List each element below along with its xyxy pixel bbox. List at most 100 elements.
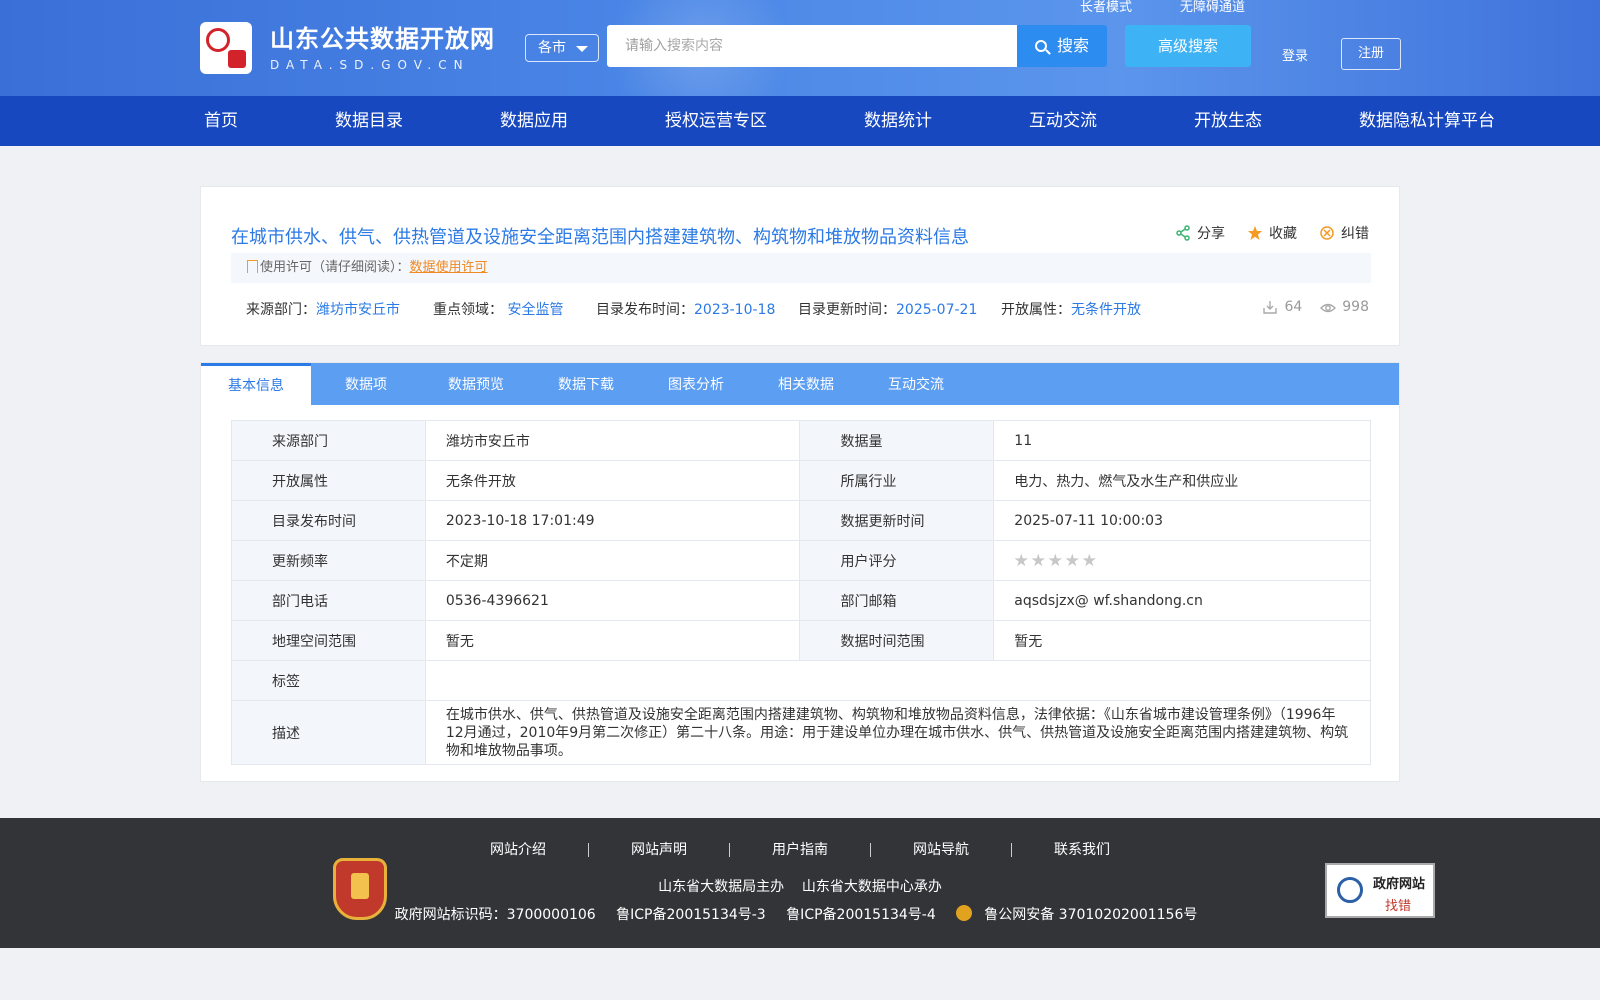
- magnifier-icon: [1337, 877, 1363, 903]
- share-label: 分享: [1197, 226, 1225, 242]
- star-icon: [1248, 226, 1262, 240]
- footer-link-guide[interactable]: 用户指南: [730, 843, 871, 857]
- dataset-actions: 分享 收藏 纠错: [1153, 223, 1369, 243]
- table-label: 用户评分: [799, 540, 995, 581]
- site-logo[interactable]: 山东公共数据开放网 DATA.SD.GOV.CN: [200, 22, 495, 74]
- logo-title: 山东公共数据开放网: [270, 25, 495, 53]
- table-value: 暂无: [424, 620, 801, 661]
- footer-link-sitemap[interactable]: 网站导航: [871, 843, 1012, 857]
- user-rating[interactable]: [993, 540, 1371, 581]
- table-label: 部门邮箱: [799, 580, 995, 621]
- login-link[interactable]: 登录: [1282, 45, 1308, 64]
- table-value: 0536-4396621: [424, 580, 801, 621]
- nav-item-privacy-computing[interactable]: 数据隐私计算平台: [1359, 96, 1495, 146]
- meta-domain-value[interactable]: 安全监管: [507, 302, 563, 318]
- favorite-label: 收藏: [1269, 226, 1297, 242]
- main-nav: 首页 数据目录 数据应用 授权运营专区 数据统计 互动交流 开放生态 数据隐私计…: [0, 96, 1600, 146]
- table-value: [424, 660, 1372, 701]
- dataset-detail-card: 基本信息 数据项 数据预览 数据下载 图表分析 相关数据 互动交流 来源部门 潍…: [200, 362, 1400, 782]
- site-footer: 网站介绍 网站声明 用户指南 网站导航 联系我们 山东省大数据局主办 山东省大数据中心承…: [0, 818, 1600, 948]
- download-icon: [1263, 301, 1278, 314]
- nav-item-statistics[interactable]: 数据统计: [864, 96, 932, 146]
- logo-emblem-icon: [200, 22, 252, 74]
- footer-police-text: 鲁公网安备 37010202001156号: [984, 907, 1198, 923]
- footer-police[interactable]: 鲁公网安备 37010202001156号: [956, 905, 1205, 923]
- report-error-label: 纠错: [1341, 226, 1369, 242]
- tab-chart-analysis[interactable]: 图表分析: [641, 363, 751, 405]
- tab-interaction[interactable]: 互动交流: [861, 363, 971, 405]
- rating-stars[interactable]: [1014, 553, 1350, 568]
- bookmark-icon: [247, 260, 258, 273]
- footer-host: 山东省大数据局主办: [658, 879, 785, 895]
- meta-source-value[interactable]: 潍坊市安丘市: [316, 302, 400, 318]
- table-label: 描述: [231, 700, 426, 765]
- basic-info-table: 来源部门 潍坊市安丘市 数据量 11 开放属性 无条件开放 所属行业 电力、热力…: [231, 420, 1372, 765]
- detail-tabs: 基本信息 数据项 数据预览 数据下载 图表分析 相关数据 互动交流: [201, 363, 1399, 405]
- search-button[interactable]: 搜索: [1017, 25, 1107, 67]
- dataset-title: 在城市供水、供气、供热管道及设施安全距离范围内搭建建筑物、构筑物和堆放物品资料信…: [231, 227, 969, 248]
- advanced-search-button[interactable]: 高级搜索: [1125, 25, 1251, 67]
- tab-data-download[interactable]: 数据下载: [531, 363, 641, 405]
- nav-item-catalog[interactable]: 数据目录: [335, 96, 403, 146]
- gov-site-error-badge[interactable]: 政府网站 找错: [1325, 863, 1435, 918]
- view-count-value: 998: [1342, 299, 1369, 315]
- tab-data-items[interactable]: 数据项: [311, 363, 421, 405]
- table-value: aqsdsjzx@ wf.shandong.cn: [993, 580, 1371, 621]
- footer-icp-2[interactable]: 鲁ICP备20015134号-4: [786, 907, 936, 923]
- license-link[interactable]: 数据使用许可: [410, 260, 488, 275]
- table-row: 更新频率 不定期 用户评分: [231, 540, 1371, 581]
- tab-related-data[interactable]: 相关数据: [751, 363, 861, 405]
- table-row: 目录发布时间 2023-10-18 17:01:49 数据更新时间 2025-0…: [231, 500, 1371, 541]
- meta-open-value: 无条件开放: [1071, 302, 1141, 318]
- footer-site-id: 政府网站标识码：3700000106: [394, 907, 596, 923]
- register-button[interactable]: 注册: [1341, 38, 1401, 70]
- table-row: 部门电话 0536-4396621 部门邮箱 aqsdsjzx@ wf.shan…: [231, 580, 1371, 621]
- table-label: 数据时间范围: [799, 620, 995, 661]
- table-value: 2025-07-11 10:00:03: [993, 500, 1371, 541]
- meta-publish-label: 目录发布时间：: [596, 302, 694, 318]
- favorite-button[interactable]: 收藏: [1247, 223, 1297, 243]
- gov-badge-subtitle: 找错: [1385, 899, 1412, 914]
- footer-link-statement[interactable]: 网站声明: [589, 843, 730, 857]
- star-icon[interactable]: [1048, 553, 1063, 567]
- tab-basic-info[interactable]: 基本信息: [201, 363, 311, 405]
- search-button-label: 搜索: [1056, 36, 1089, 55]
- meta-source: 来源部门：潍坊市安丘市: [246, 299, 400, 319]
- footer-link-about[interactable]: 网站介绍: [448, 843, 589, 857]
- police-badge-icon: [956, 905, 973, 921]
- star-icon[interactable]: [1082, 553, 1097, 567]
- tab-data-preview[interactable]: 数据预览: [421, 363, 531, 405]
- search-input[interactable]: [607, 25, 1017, 67]
- footer-icp-1[interactable]: 鲁ICP备20015134号-3: [616, 907, 766, 923]
- dataset-stats: 64 998: [1244, 299, 1369, 315]
- accessibility-link[interactable]: 无障碍通道: [1180, 0, 1245, 16]
- footer-link-contact[interactable]: 联系我们: [1012, 843, 1152, 857]
- city-select-label: 各市: [538, 40, 566, 56]
- star-icon[interactable]: [1014, 553, 1029, 567]
- table-value: 潍坊市安丘市: [424, 420, 801, 461]
- table-label: 所属行业: [799, 460, 995, 501]
- elder-mode-link[interactable]: 长者模式: [1080, 0, 1132, 16]
- meta-open-attr: 开放属性：无条件开放: [1001, 299, 1141, 319]
- table-label: 来源部门: [231, 420, 426, 461]
- table-label: 数据量: [799, 420, 995, 461]
- star-icon[interactable]: [1031, 553, 1046, 567]
- table-label: 更新频率: [231, 540, 426, 581]
- share-button[interactable]: 分享: [1175, 223, 1225, 243]
- nav-item-interaction[interactable]: 互动交流: [1029, 96, 1097, 146]
- nav-item-home[interactable]: 首页: [204, 96, 238, 146]
- table-value: 不定期: [424, 540, 801, 581]
- city-select[interactable]: 各市: [525, 34, 599, 62]
- report-error-button[interactable]: 纠错: [1319, 223, 1369, 243]
- nav-item-ecosystem[interactable]: 开放生态: [1194, 96, 1262, 146]
- table-label: 标签: [231, 660, 426, 701]
- view-count: 998: [1320, 299, 1369, 315]
- logo-domain: DATA.SD.GOV.CN: [270, 58, 470, 72]
- nav-item-authorized-ops[interactable]: 授权运营专区: [665, 96, 767, 146]
- dataset-summary-card: 在城市供水、供气、供热管道及设施安全距离范围内搭建建筑物、构筑物和堆放物品资料信…: [200, 186, 1400, 346]
- footer-links: 网站介绍 网站声明 用户指南 网站导航 联系我们: [0, 842, 1600, 858]
- download-count: 64: [1262, 299, 1302, 315]
- table-label: 目录发布时间: [231, 500, 426, 541]
- star-icon[interactable]: [1065, 553, 1080, 567]
- nav-item-apps[interactable]: 数据应用: [500, 96, 568, 146]
